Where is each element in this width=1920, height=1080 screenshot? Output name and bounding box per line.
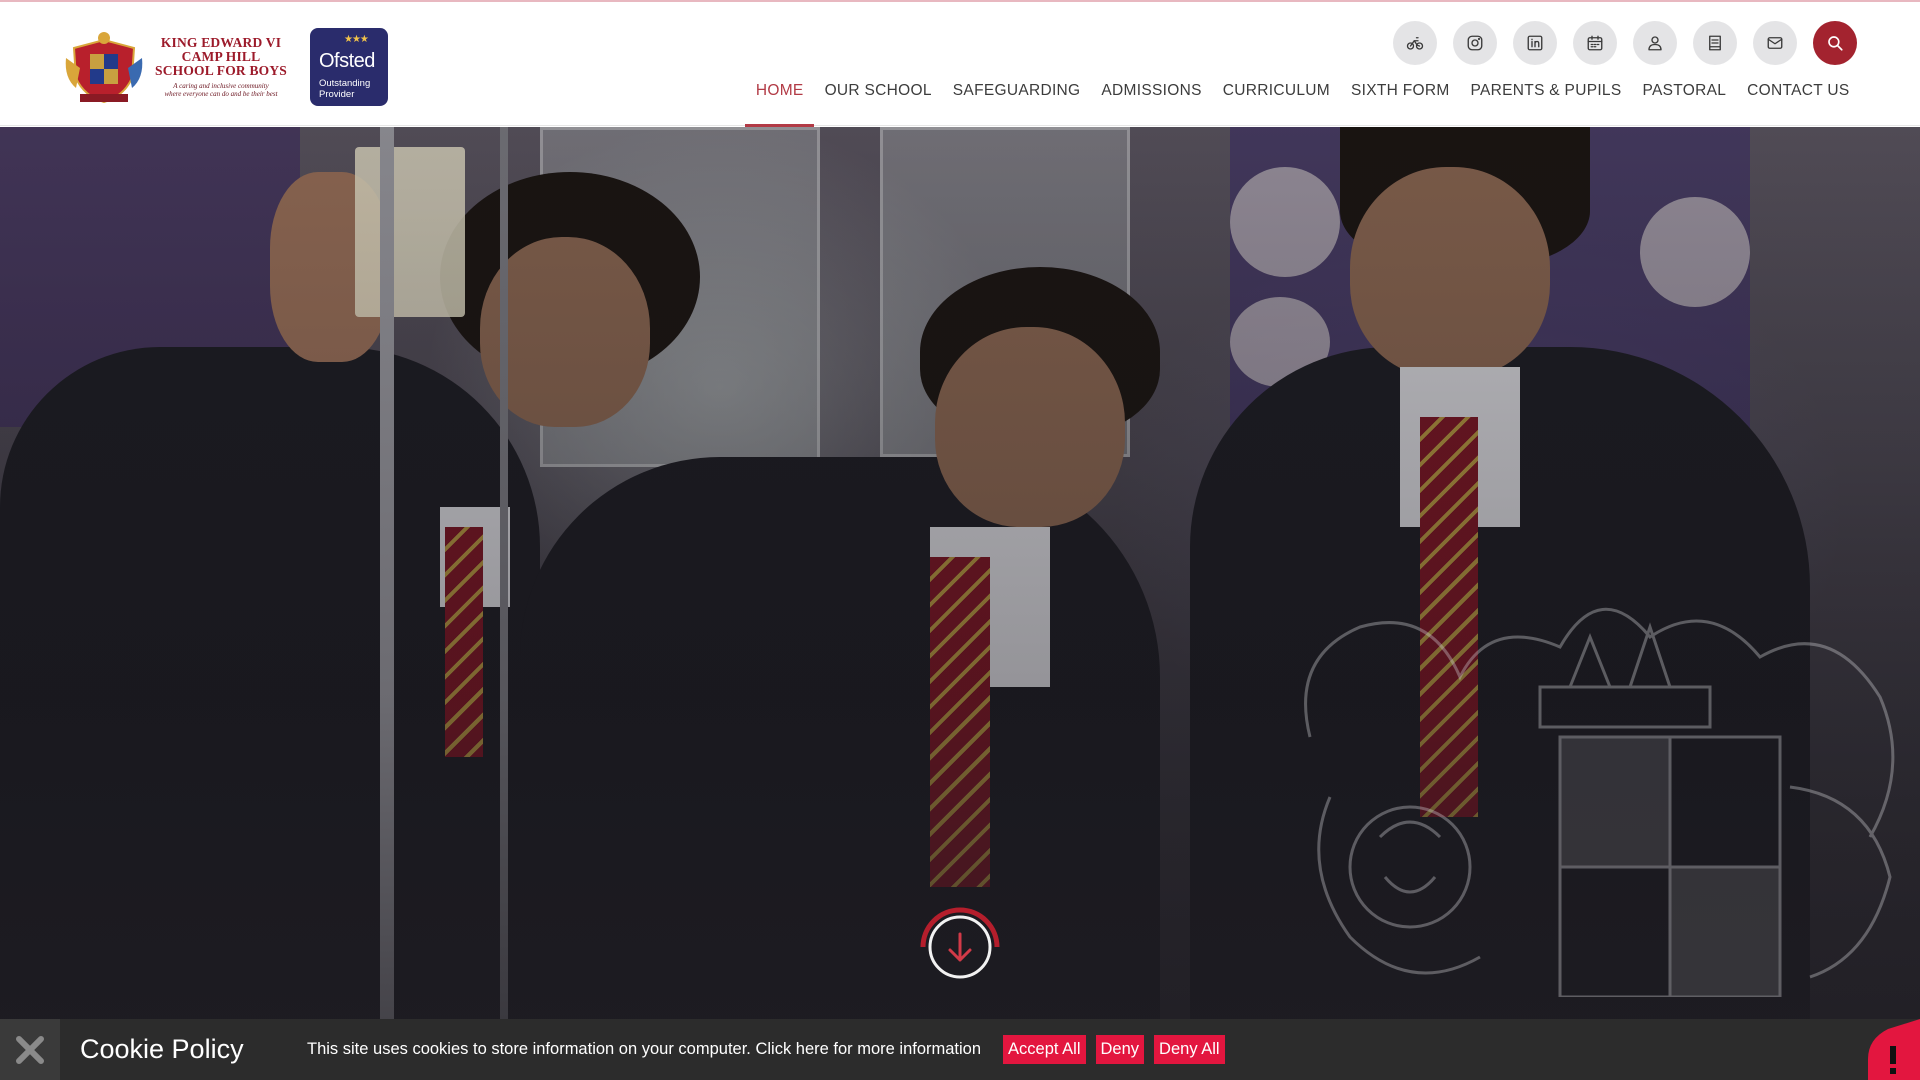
cookie-close-button[interactable] — [0, 1019, 60, 1080]
tagline-line: A caring and inclusive community — [173, 82, 269, 90]
deny-all-button[interactable]: Deny All — [1154, 1035, 1225, 1064]
hero-banner — [0, 127, 1920, 1080]
user-icon — [1648, 36, 1662, 51]
quick-links — [1377, 21, 1857, 65]
nav-admissions[interactable]: ADMISSIONS — [1091, 80, 1212, 128]
nav-sixth-form[interactable]: SIXTH FORM — [1340, 80, 1460, 128]
calendar-icon — [1587, 35, 1603, 51]
calendar-button[interactable] — [1573, 21, 1617, 65]
linkedin-button[interactable] — [1513, 21, 1557, 65]
search-button[interactable] — [1813, 21, 1857, 65]
ofsted-rating: Outstanding Provider — [319, 78, 370, 100]
ofsted-badge[interactable]: ★★★ Ofsted Outstanding Provider — [310, 28, 388, 106]
close-icon — [16, 1035, 44, 1064]
tagline-line: where everyone can do and be their best — [164, 90, 278, 98]
school-logo[interactable]: KING EDWARD VI CAMP HILL SCHOOL FOR BOYS… — [62, 26, 392, 108]
cookie-info-link[interactable]: This site uses cookies to store informat… — [307, 1040, 981, 1059]
cycling-icon — [1406, 37, 1424, 50]
crest-watermark-icon — [1304, 608, 1895, 997]
cycling-button[interactable] — [1393, 21, 1437, 65]
user-button[interactable] — [1633, 21, 1677, 65]
mail-icon — [1767, 37, 1783, 49]
alert-dot-icon — [1890, 1068, 1896, 1074]
nav-safeguarding[interactable]: SAFEGUARDING — [942, 80, 1091, 128]
instagram-icon — [1467, 35, 1483, 51]
cookie-title: Cookie Policy — [80, 1034, 244, 1064]
school-tagline: A caring and inclusive community where e… — [152, 82, 290, 98]
ofsted-word: Ofsted — [319, 50, 375, 72]
cookie-banner: Cookie Policy This site uses cookies to … — [0, 1019, 1920, 1080]
school-name-line: SCHOOL FOR BOYS — [154, 63, 288, 78]
ofsted-stars-icon: ★★★ — [344, 34, 369, 45]
accept-all-button[interactable]: Accept All — [1003, 1035, 1086, 1064]
school-name-block: KING EDWARD VI CAMP HILL SCHOOL FOR BOYS… — [152, 35, 290, 99]
nav-contact-us[interactable]: CONTACT US — [1737, 80, 1860, 128]
search-icon — [1828, 36, 1843, 51]
instagram-button[interactable] — [1453, 21, 1497, 65]
linkedin-icon — [1527, 35, 1543, 51]
nav-our-school[interactable]: OUR SCHOOL — [814, 80, 942, 128]
book-icon — [1709, 35, 1721, 51]
scroll-down-button[interactable] — [915, 902, 1005, 992]
ofsted-rating-line: Provider — [319, 89, 355, 100]
ofsted-rating-line: Outstanding — [319, 78, 371, 89]
school-name-line: CAMP HILL — [181, 49, 261, 64]
mail-button[interactable] — [1753, 21, 1797, 65]
alert-icon — [1890, 1046, 1896, 1064]
nav-curriculum[interactable]: CURRICULUM — [1212, 80, 1340, 128]
main-navigation: HOME OUR SCHOOL SAFEGUARDING ADMISSIONS … — [745, 80, 1860, 128]
deny-button[interactable]: Deny — [1095, 1035, 1145, 1064]
nav-parents-pupils[interactable]: PARENTS & PUPILS — [1460, 80, 1632, 128]
site-header: KING EDWARD VI CAMP HILL SCHOOL FOR BOYS… — [0, 0, 1920, 128]
nav-home[interactable]: HOME — [745, 80, 814, 128]
alert-tab[interactable] — [1868, 1019, 1920, 1080]
nav-pastoral[interactable]: PASTORAL — [1632, 80, 1737, 128]
school-name-line: KING EDWARD VI — [160, 35, 282, 50]
school-crest-icon — [65, 32, 143, 104]
book-button[interactable] — [1693, 21, 1737, 65]
